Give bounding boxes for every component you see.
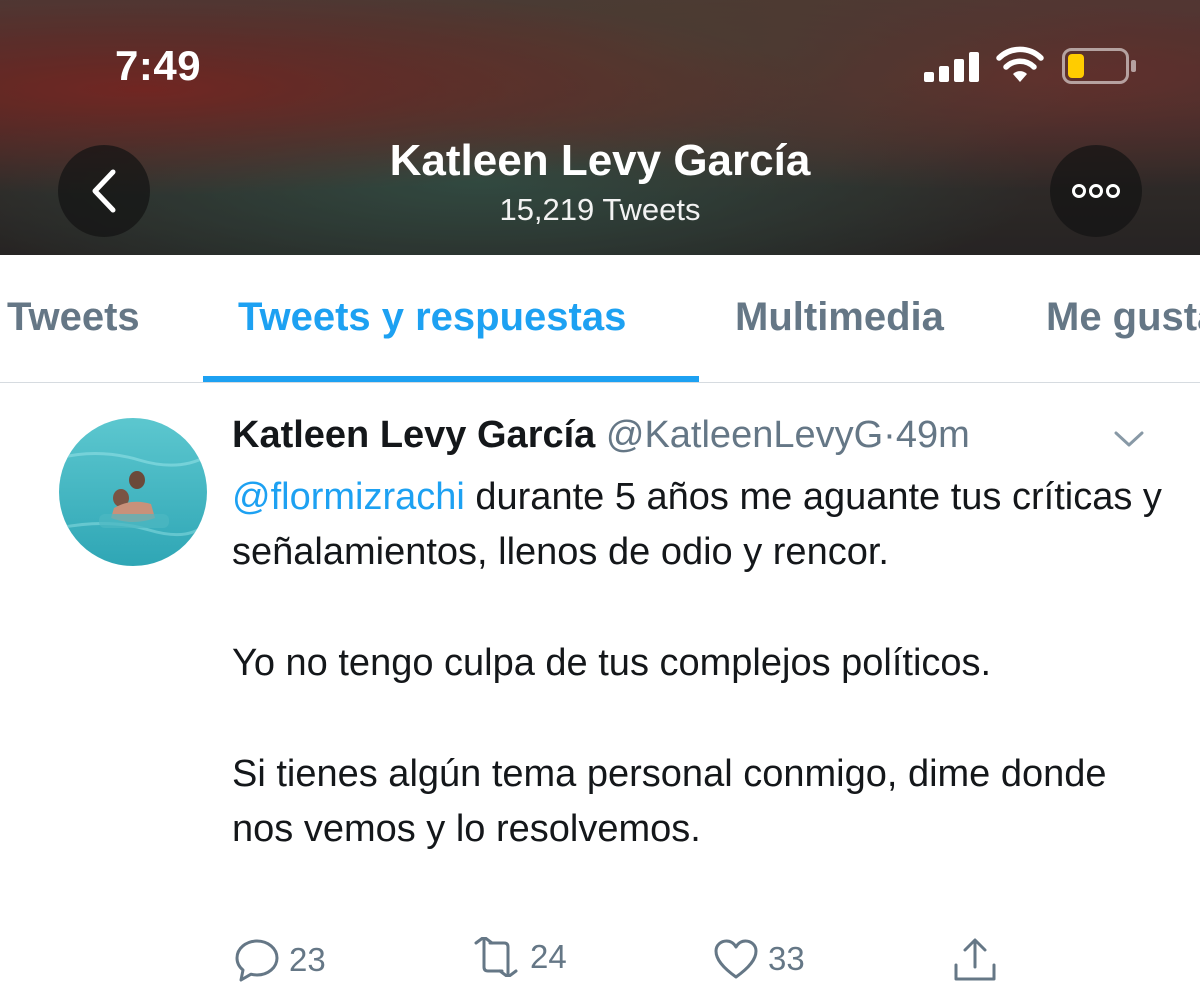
mention-link[interactable]: @flormizrachi — [232, 476, 465, 518]
tweet-separator: · — [883, 414, 896, 456]
battery-low-icon — [1062, 48, 1136, 84]
avatar-photo — [59, 418, 207, 566]
tab-multimedia[interactable]: Multimedia — [735, 295, 944, 340]
more-options-button[interactable] — [1050, 145, 1142, 237]
tweet-text: @flormizrachi durante 5 años me aguante … — [232, 470, 1172, 857]
tweet-count: 15,219 Tweets — [499, 192, 701, 227]
tweet-paragraph-2: Yo no tengo culpa de tus complejos polít… — [232, 642, 992, 684]
active-tab-indicator — [203, 376, 699, 382]
heart-icon — [714, 939, 758, 979]
wifi-icon — [996, 46, 1044, 82]
tab-likes[interactable]: Me gusta — [1046, 295, 1200, 340]
like-button[interactable]: 33 — [712, 937, 805, 981]
share-button[interactable] — [952, 937, 1006, 983]
status-time: 7:49 — [115, 42, 202, 89]
more-horizontal-icon — [1072, 184, 1120, 198]
profile-header: 7:49 Katleen Levy García 15,219 Tweets — [0, 0, 1200, 255]
tab-tweets[interactable]: Tweets — [7, 295, 140, 340]
tweet-paragraph-3: Si tienes algún tema personal conmigo, d… — [232, 753, 1107, 850]
like-count: 33 — [768, 940, 805, 977]
profile-name-title: Katleen Levy García — [389, 136, 811, 185]
tweet-author-name[interactable]: Katleen Levy García — [232, 414, 595, 456]
reply-icon — [235, 939, 279, 982]
cellular-signal-icon — [924, 52, 979, 82]
tweet-paragraph-1: @flormizrachi durante 5 años me aguante … — [232, 470, 1172, 580]
tweet-author-handle[interactable]: @KatleenLevyG — [606, 414, 883, 456]
chevron-down-icon[interactable] — [1112, 428, 1146, 450]
tweet-timestamp: 49m — [895, 414, 970, 456]
retweet-count: 24 — [530, 938, 567, 975]
share-icon — [954, 938, 996, 981]
reply-count: 23 — [289, 941, 326, 978]
tweet-header: Katleen Levy García @KatleenLevyG·49m — [232, 414, 970, 457]
retweet-button[interactable]: 24 — [470, 937, 567, 977]
retweet-icon — [474, 937, 518, 977]
profile-tabs: Tweets Tweets y respuestas Multimedia Me… — [0, 255, 1200, 383]
reply-button[interactable]: 23 — [233, 937, 326, 983]
avatar[interactable] — [59, 418, 207, 566]
tab-tweets-and-replies[interactable]: Tweets y respuestas — [238, 295, 626, 340]
